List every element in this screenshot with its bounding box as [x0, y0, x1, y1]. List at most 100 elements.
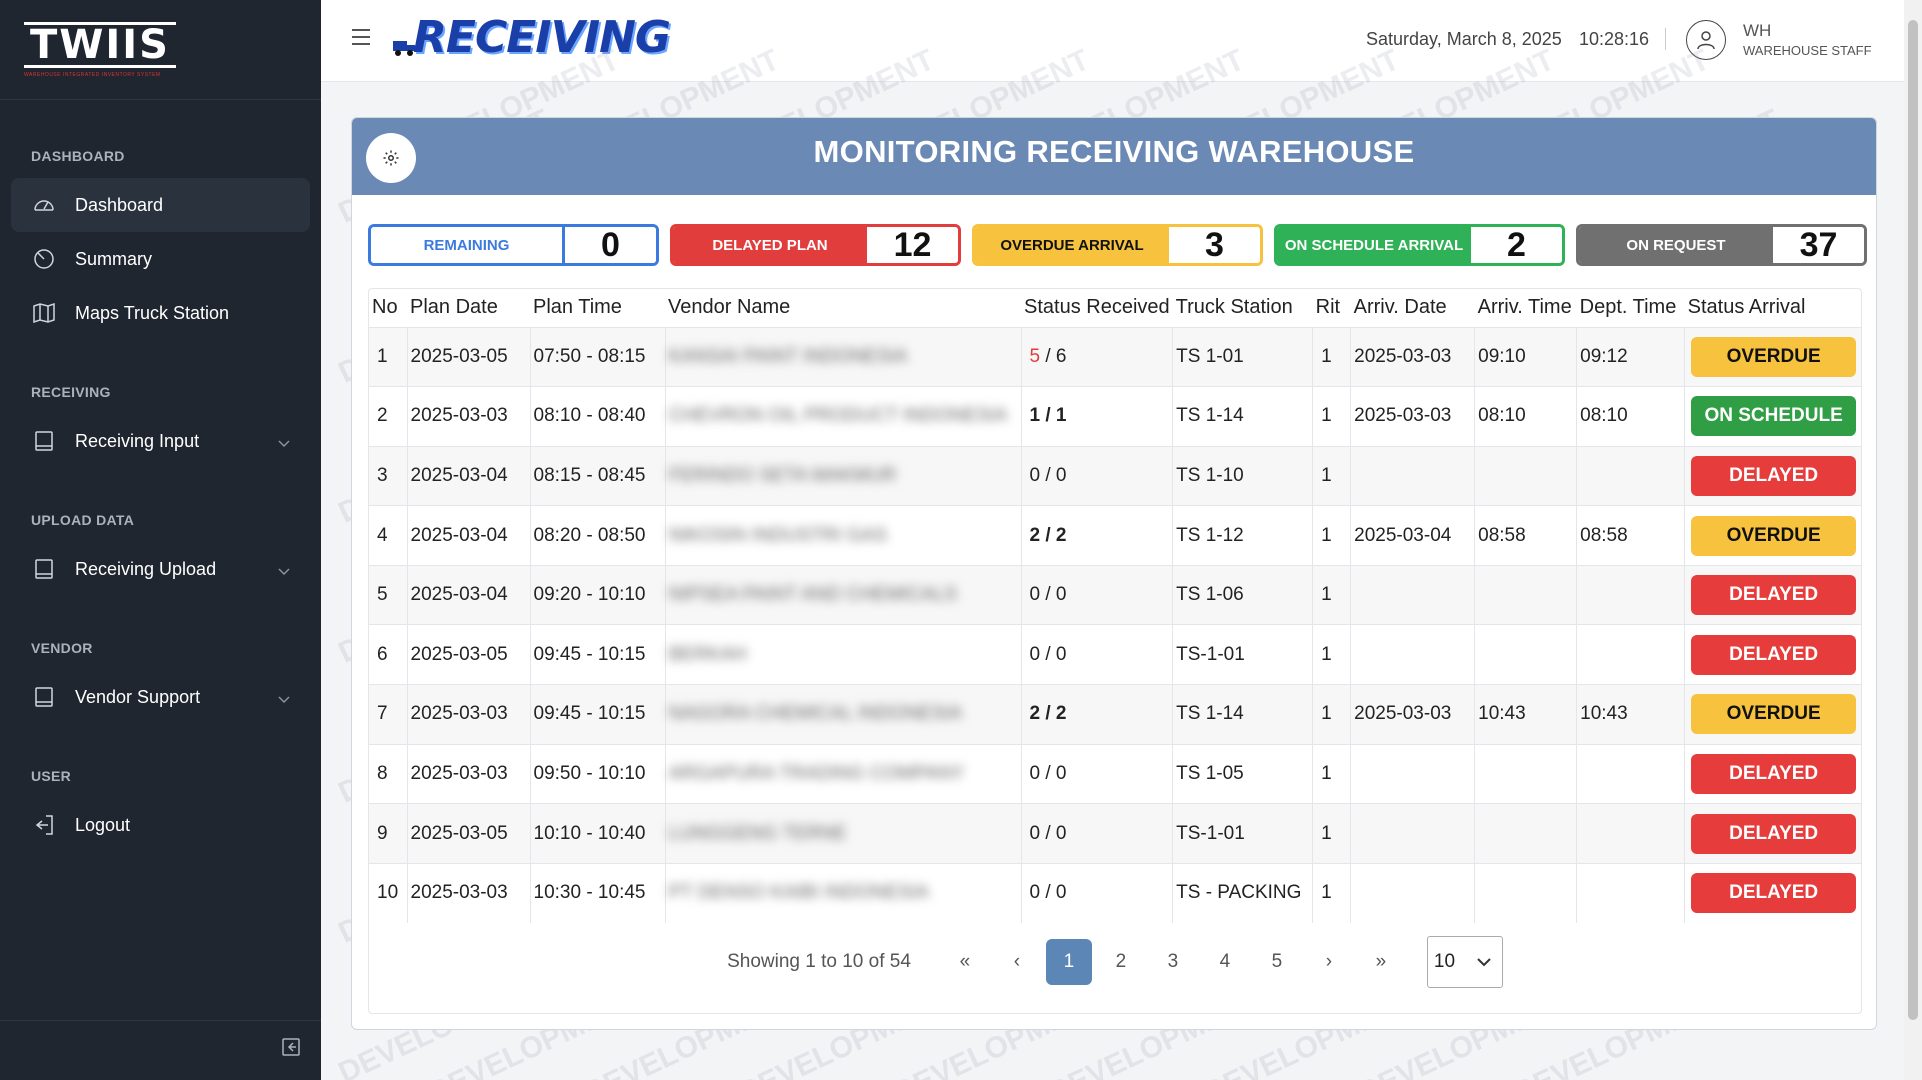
expected-count: / 0: [1040, 464, 1067, 486]
pagination: Showing 1 to 10 of 54 « ‹ 12345 › » 10: [369, 935, 1861, 989]
cell-vendor: PT DENSO KAIBI INDONESIA: [664, 862, 1021, 923]
table-row[interactable]: 6 2025-03-05 09:45 - 10:15 BERKAH 0 / 0 TS-1-…: [369, 624, 1861, 685]
cell-plan-time: 08:10 - 08:40: [529, 386, 665, 447]
cell-arrival-date: [1350, 564, 1475, 625]
cell-arrival-date: 2025-03-04: [1350, 505, 1475, 566]
table-row[interactable]: 1 2025-03-05 07:50 - 08:15 KANSAI PAINT IND…: [369, 326, 1861, 387]
status-badge: DELAYED: [1691, 634, 1857, 675]
sidebar-item-label: Vendor Support: [75, 686, 201, 707]
column-header[interactable]: Rit: [1313, 289, 1351, 327]
page-1-button[interactable]: 1: [1045, 939, 1092, 985]
cell-plan-date: 2025-03-03: [406, 386, 530, 447]
cell-vendor: CHEVRON OIL PRODUCT INDONESIA: [664, 386, 1021, 447]
sidebar-item-receiving-input[interactable]: Receiving Input: [11, 414, 310, 468]
dashboard-gauge-icon: [31, 192, 57, 218]
cell-truck-station: TS 1-14: [1172, 684, 1313, 745]
page-4-button[interactable]: 4: [1202, 939, 1248, 985]
current-time: 10:28:16: [1579, 29, 1650, 49]
expected-count: / 6: [1040, 345, 1067, 367]
sidebar-item-receiving-upload[interactable]: Receiving Upload: [11, 542, 310, 596]
logo-text: TWIIS: [24, 21, 176, 68]
nav-section-title: UPLOAD DATA: [31, 512, 135, 528]
cell-truck-station: TS 1-01: [1172, 326, 1313, 387]
last-page-button[interactable]: »: [1358, 939, 1404, 985]
cell-status-arrival: OVERDUE: [1684, 326, 1861, 387]
page-scrollbar[interactable]: [1904, 0, 1922, 1080]
cell-arrival-date: [1350, 624, 1475, 685]
table-body: 1 2025-03-05 07:50 - 08:15 KANSAI PAINT IND…: [369, 326, 1861, 923]
cell-no: 7: [369, 684, 407, 745]
stat-remaining: REMAINING 0: [368, 224, 659, 266]
cell-truck-station: TS-1-01: [1172, 624, 1313, 685]
table-row[interactable]: 7 2025-03-03 09:45 - 10:15 NAGORA CHEMICAL …: [369, 684, 1861, 745]
cell-rit: 1: [1312, 743, 1351, 804]
next-page-button[interactable]: ›: [1306, 939, 1352, 985]
column-header[interactable]: Status Arrival: [1685, 289, 1861, 327]
cell-vendor: LUNGGENG TERNE: [664, 803, 1021, 864]
expected-count: / 0: [1040, 822, 1067, 844]
cell-arrival-time: 09:10: [1474, 326, 1577, 387]
page-size-select[interactable]: 10: [1426, 936, 1503, 988]
received-count: 1: [1029, 405, 1041, 427]
cell-status-received: 5 / 6: [1020, 326, 1173, 387]
column-header[interactable]: Status Received: [1021, 289, 1173, 327]
cell-truck-station: TS 1-06: [1172, 564, 1313, 625]
sidebar-item-dashboard[interactable]: Dashboard: [11, 178, 310, 232]
column-header[interactable]: Dept. Time: [1577, 289, 1685, 327]
pie-chart-icon: [31, 246, 57, 272]
table-row[interactable]: 8 2025-03-03 09:50 - 10:10 ARGAPURA TRADING…: [369, 743, 1861, 804]
table-row[interactable]: 5 2025-03-04 09:20 - 10:10 NIPSEA PAINT AND…: [369, 564, 1861, 625]
app-logo[interactable]: TWIIS WAREHOUSE INTEGRATED INVENTORY SYS…: [24, 21, 176, 78]
nav-section-title: USER: [31, 768, 72, 784]
column-header[interactable]: No: [369, 289, 407, 327]
card-title: MONITORING RECEIVING WAREHOUSE: [813, 134, 1415, 169]
user-name: WH: [1743, 21, 1772, 40]
cell-departure-time: [1576, 743, 1685, 804]
cell-departure-time: [1576, 862, 1685, 923]
cell-arrival-date: [1350, 803, 1475, 864]
vendor-name-redacted: NIKOSIN INDUSTRI GAS: [668, 524, 888, 546]
cell-vendor: NIKOSIN INDUSTRI GAS: [664, 505, 1021, 566]
nav-section-title: DASHBOARD: [31, 148, 125, 164]
scrollbar-thumb[interactable]: [1908, 20, 1918, 1020]
page-2-button[interactable]: 2: [1098, 939, 1144, 985]
user-avatar-icon[interactable]: [1686, 20, 1726, 60]
vendor-name-redacted: BERKAH: [668, 643, 747, 665]
column-header[interactable]: Truck Station: [1173, 289, 1313, 327]
prev-page-button[interactable]: ‹: [994, 939, 1040, 985]
sidebar-item-logout[interactable]: Logout: [11, 798, 310, 852]
table-row[interactable]: 3 2025-03-04 08:15 - 08:45 FERINDO SETA MAK…: [369, 445, 1861, 506]
table-row[interactable]: 10 2025-03-03 10:30 - 10:45 PT DENSO KAIBI …: [369, 862, 1861, 923]
cell-vendor: NAGORA CHEMICAL INDONESIA: [664, 684, 1021, 745]
stat-label: ON SCHEDULE ARRIVAL: [1277, 227, 1471, 263]
column-header[interactable]: Arriv. Time: [1475, 289, 1577, 327]
received-count: 2: [1029, 703, 1041, 725]
vendor-name-redacted: FERINDO SETA MAKMUR: [668, 464, 897, 486]
page-5-button[interactable]: 5: [1254, 939, 1300, 985]
column-header[interactable]: Arriv. Date: [1351, 289, 1475, 327]
chevron-down-icon: [278, 688, 290, 709]
column-header[interactable]: Plan Date: [407, 289, 530, 327]
table-row[interactable]: 2 2025-03-03 08:10 - 08:40 CHEVRON OIL PROD…: [369, 386, 1861, 447]
sidebar-item-summary[interactable]: Summary: [11, 232, 310, 286]
status-badge: DELAYED: [1691, 873, 1857, 914]
page-3-button[interactable]: 3: [1150, 939, 1196, 985]
hamburger-menu-icon[interactable]: [351, 28, 371, 51]
top-header: RECEIVING Saturday, March 8, 2025 10:28:…: [321, 0, 1904, 82]
cell-plan-time: 10:30 - 10:45: [529, 862, 665, 923]
column-header[interactable]: Vendor Name: [665, 289, 1021, 327]
cell-departure-time: 08:58: [1576, 505, 1685, 566]
pagination-summary: Showing 1 to 10 of 54: [727, 951, 911, 972]
cell-plan-date: 2025-03-04: [406, 505, 530, 566]
first-page-button[interactable]: «: [942, 939, 988, 985]
table-row[interactable]: 4 2025-03-04 08:20 - 08:50 NIKOSIN INDUSTRI…: [369, 505, 1861, 566]
cell-status-received: 0 / 0: [1020, 445, 1173, 506]
table-row[interactable]: 9 2025-03-05 10:10 - 10:40 LUNGGENG TERNE 0 …: [369, 803, 1861, 864]
stat-value: 37: [1773, 227, 1864, 263]
vendor-name-redacted: PT DENSO KAIBI INDONESIA: [668, 882, 929, 904]
collapse-sidebar-icon[interactable]: [281, 1037, 301, 1062]
sidebar-item-maps-truck-station[interactable]: Maps Truck Station: [11, 286, 310, 340]
column-header[interactable]: Plan Time: [530, 289, 665, 327]
sidebar-item-vendor-support[interactable]: Vendor Support: [11, 670, 310, 724]
stat-label: OVERDUE ARRIVAL: [975, 227, 1169, 263]
